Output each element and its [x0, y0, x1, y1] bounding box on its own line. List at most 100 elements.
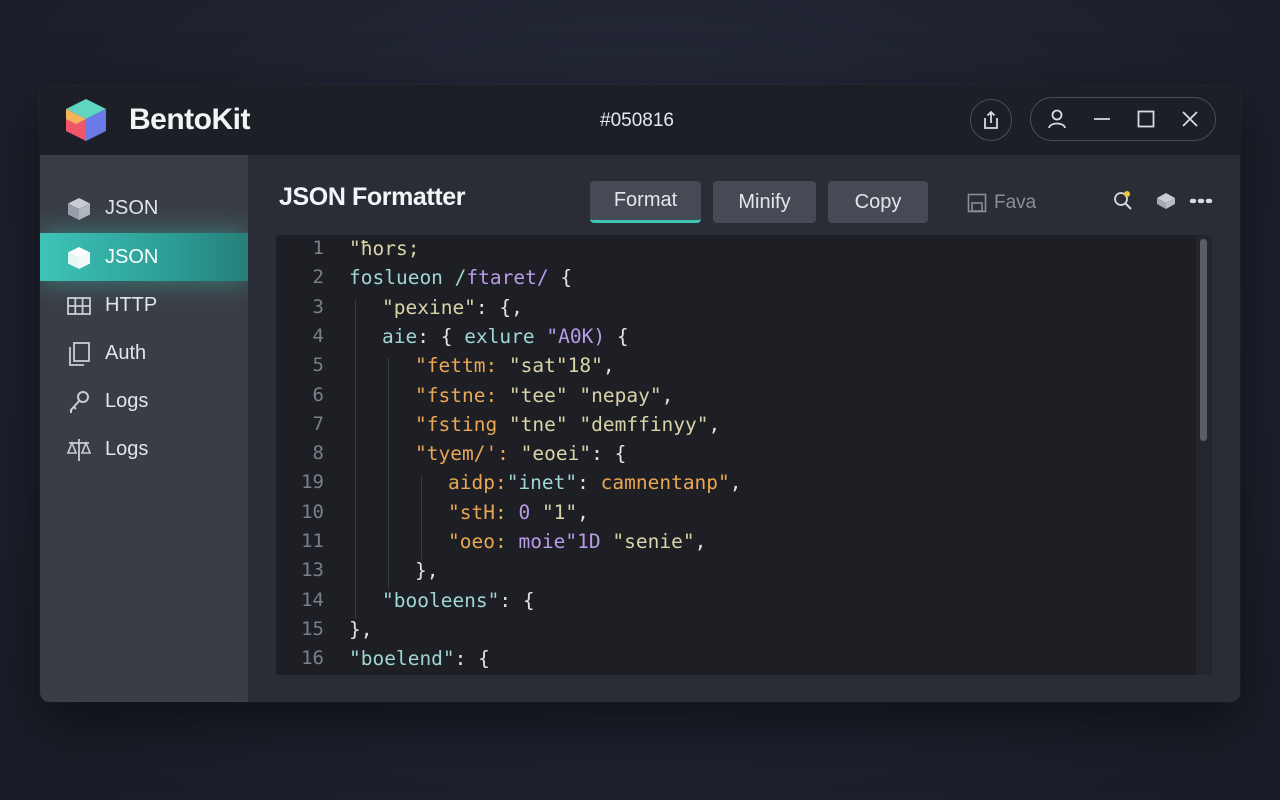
search-icon[interactable]	[1111, 189, 1135, 213]
overflow-menu-icon[interactable]	[1188, 189, 1212, 213]
code-token: "fsting	[415, 412, 509, 436]
code-token: ,	[577, 500, 589, 524]
code-token: "pexine"	[382, 295, 476, 319]
code-token: },	[349, 617, 373, 641]
code-token: ,	[661, 383, 674, 407]
share-button[interactable]	[970, 99, 1012, 141]
code-line: },	[349, 618, 372, 641]
line-number: 14	[301, 588, 324, 611]
code-token: "ħors;	[349, 237, 420, 260]
code-token: ,	[708, 412, 721, 436]
code-token: "tyem/':	[415, 442, 521, 466]
code-token: {	[605, 324, 629, 348]
code-token: aidp:	[448, 471, 507, 495]
sidebar-item-json-active[interactable]: JSON	[40, 233, 248, 281]
code-line: "tyem/': "eoei": {	[415, 442, 626, 465]
app-window: BentoKit #050816 JSON JSON HTTP Auth Log…	[40, 85, 1240, 702]
line-number: 5	[312, 354, 324, 377]
scrollbar-thumb[interactable]	[1200, 239, 1207, 441]
code-line: aie: { exlure "A0K) {	[382, 325, 629, 348]
code-token: "senie"	[612, 530, 695, 553]
sidebar: JSON JSON HTTP Auth Logs Logs	[40, 155, 248, 702]
code-line: "fettm: "sat"18",	[415, 354, 615, 377]
code-token: ,	[694, 530, 707, 553]
window-controls	[1030, 97, 1216, 141]
code-token: : {	[454, 647, 490, 671]
code-token: "fstne:	[415, 383, 509, 407]
sidebar-item-label: JSON	[105, 197, 159, 219]
code-token: "demffinyy"	[579, 412, 709, 436]
line-number: 2	[312, 266, 324, 289]
code-token: foslueon /	[349, 266, 467, 290]
code-line: aidp:"inet": camnentanp",	[448, 471, 742, 494]
code-token: exlure	[464, 324, 547, 348]
code-editor[interactable]: 1 2 3 4 5 6 7 8 19 10 11 13 14 15 16 "ħors; foslueon /f…	[276, 235, 1212, 675]
code-token: "fettm:	[415, 354, 509, 378]
code-token: : {	[591, 442, 627, 466]
code-token: "inet"	[506, 471, 578, 495]
code-line: "oeo: moie"1D "senie",	[448, 530, 706, 553]
code-line: "stH: 0 "1",	[448, 501, 589, 524]
tag-icon[interactable]	[1154, 189, 1178, 213]
line-number: 3	[312, 295, 324, 318]
code-token: "oeo:	[448, 530, 519, 553]
code-token: ftaret/	[466, 266, 549, 290]
window-id-label: #050816	[600, 110, 674, 131]
overflow-icon[interactable]	[1228, 189, 1240, 213]
code-line: "fsting "tne" "demffinyy",	[415, 413, 720, 436]
code-token: "sat"18"	[508, 354, 603, 378]
line-number: 4	[312, 324, 324, 347]
app-name: BentoKit	[129, 103, 250, 136]
maximize-icon[interactable]	[1134, 107, 1158, 131]
line-number: 11	[301, 530, 324, 552]
code-token: : {	[417, 324, 465, 348]
code-line: "booleens": {	[382, 589, 535, 612]
code-token: "A0K)	[546, 324, 606, 348]
indent-guide	[421, 475, 422, 560]
format-button[interactable]: Format	[590, 181, 701, 223]
code-token: :	[577, 471, 601, 495]
sidebar-item-label: JSON	[105, 246, 159, 268]
indent-guide	[388, 358, 389, 589]
code-line: "pexine": {,	[382, 296, 523, 319]
sidebar-item-json[interactable]: JSON	[40, 184, 248, 232]
copy-button[interactable]: Copy	[828, 181, 928, 223]
line-number: 13	[301, 559, 324, 582]
close-icon[interactable]	[1178, 107, 1202, 131]
sidebar-item-http[interactable]: HTTP	[40, 281, 248, 329]
share-icon	[984, 110, 998, 129]
line-number: 16	[301, 647, 324, 670]
sidebar-item-logs[interactable]: Logs	[40, 377, 248, 425]
line-number: 1	[312, 237, 324, 259]
sidebar-item-label: HTTP	[105, 294, 158, 316]
line-number: 15	[301, 617, 324, 640]
sidebar-item-label: Auth	[105, 342, 147, 364]
code-token: aie	[382, 324, 418, 348]
minify-button[interactable]: Minify	[713, 181, 816, 223]
code-token: "eoei"	[520, 442, 592, 466]
save-button[interactable]: Fava	[966, 189, 1036, 217]
save-button-label: Fava	[994, 192, 1037, 213]
code-token: "tne"	[508, 412, 580, 436]
line-number-gutter: 1 2 3 4 5 6 7 8 19 10 11 13 14 15 16	[276, 235, 338, 675]
code-token: moie"1D	[518, 530, 613, 553]
user-icon[interactable]	[1045, 107, 1069, 131]
key-icon	[70, 391, 89, 413]
code-line: foslueon /ftaret/ {	[349, 266, 572, 289]
line-number: 6	[312, 383, 324, 406]
code-token: : {	[499, 588, 535, 612]
sidebar-item-label: Logs	[105, 390, 149, 412]
line-number: 10	[301, 500, 324, 523]
sidebar-item-label: Logs	[105, 438, 149, 460]
page-title: JSON Formatter	[279, 183, 466, 211]
code-token: "nepay"	[579, 383, 662, 407]
indent-guide	[355, 299, 356, 618]
code-token: : {,	[475, 295, 523, 319]
sidebar-item-auth[interactable]: Auth	[40, 329, 248, 377]
code-line: "ħors;	[349, 237, 419, 260]
vertical-scrollbar[interactable]	[1196, 235, 1212, 675]
code-token: "boelend"	[349, 647, 455, 671]
minimize-icon[interactable]	[1090, 107, 1114, 131]
grid-icon	[67, 297, 91, 315]
sidebar-item-logs-2[interactable]: Logs	[40, 425, 248, 473]
